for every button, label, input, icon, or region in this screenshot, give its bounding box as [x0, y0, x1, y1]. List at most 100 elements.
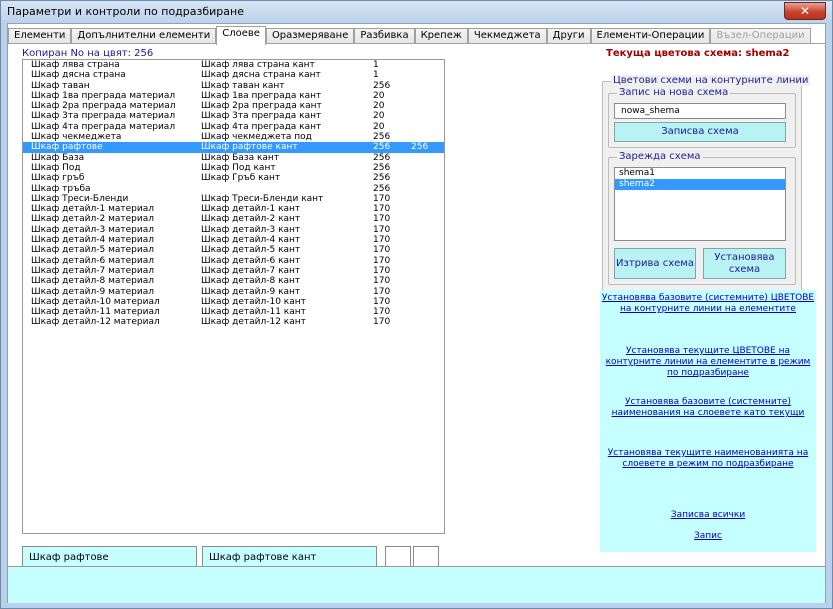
table-row[interactable]: Шкаф гръб Шкаф Гръб кант 256	[23, 173, 444, 183]
table-row[interactable]: Шкаф 1ва преграда материал Шкаф 1ва прегр…	[23, 91, 444, 101]
cell-name: Шкаф детайл-1 материал	[31, 204, 154, 215]
cell-color: 256	[373, 183, 391, 194]
cell-color: 170	[373, 224, 391, 235]
cell-name: Шкаф детайл-10 материал	[31, 296, 160, 307]
save-scheme-button[interactable]: Записва схема	[614, 122, 786, 142]
list-item[interactable]: shema1	[615, 168, 785, 179]
cell-name: Шкаф детайл-5 материал	[31, 245, 154, 256]
table-row[interactable]: Шкаф База Шкаф База кант 256	[23, 153, 444, 163]
scheme-listbox[interactable]: shema1 shema2	[614, 167, 786, 241]
cell-edge: Шкаф детайл-3 кант	[201, 224, 301, 235]
cell-edge: Шкаф детайл-8 кант	[201, 276, 301, 287]
cell-color: 170	[373, 296, 391, 307]
window-title: Параметри и контроли по подразбиране	[7, 5, 244, 18]
tab-strip: Елементи Допълнителни елементи Слоеве Оразм…	[8, 26, 811, 45]
cell-edge: Шкаф 4та преграда кант	[201, 121, 322, 132]
table-row[interactable]: Шкаф детайл-12 материал Шкаф детайл-12 ка…	[23, 317, 444, 327]
table-row[interactable]: Шкаф детайл-8 материал Шкаф детайл-8 кант…	[23, 276, 444, 286]
cell-edge: Шкаф 3та преграда кант	[201, 111, 322, 122]
table-row[interactable]: Шкаф Треси-Бленди Шкаф Треси-Бленди кант 1…	[23, 194, 444, 204]
table-row[interactable]: Шкаф детайл-1 материал Шкаф детайл-1 кант…	[23, 204, 444, 214]
new-scheme-group-title: Запис на нова схема	[617, 87, 731, 98]
delete-scheme-button[interactable]: Изтрива схема	[614, 248, 696, 279]
cell-edge: Шкаф чекмеджета под	[201, 132, 312, 143]
cell-name: Шкаф детайл-6 материал	[31, 255, 154, 266]
new-scheme-input[interactable]: nowa_shema	[614, 103, 786, 119]
cell-color: 170	[373, 245, 391, 256]
cell-name: Шкаф детайл-11 материал	[31, 307, 160, 318]
cell-color: 20	[373, 90, 385, 101]
cell-edge: Шкаф детайл-1 кант	[201, 204, 301, 215]
cell-color: 170	[373, 307, 391, 318]
save-link[interactable]: Запис	[600, 531, 816, 542]
cell-edge: Шкаф 2ра преграда кант	[201, 101, 322, 112]
cell-edge: Шкаф детайл-12 кант	[201, 317, 306, 328]
table-row[interactable]: Шкаф детайл-7 материал Шкаф детайл-7 кант…	[23, 266, 444, 276]
table-row[interactable]: Шкаф детайл-5 материал Шкаф детайл-5 кант…	[23, 245, 444, 255]
cell-color: 170	[373, 317, 391, 328]
cell-name: Шкаф База	[31, 152, 85, 163]
cell-name: Шкаф детайл-8 материал	[31, 276, 154, 287]
base-names-link[interactable]: Установява базовите (системните) наимено…	[600, 397, 816, 419]
color-scheme-group-title: Цветови схеми на контурните линии	[611, 75, 811, 86]
table-row[interactable]: Шкаф детайл-11 материал Шкаф детайл-11 ка…	[23, 307, 444, 317]
cell-color: 256	[373, 162, 391, 173]
cell-edge: Шкаф детайл-9 кант	[201, 286, 301, 297]
cell-edge: Шкаф детайл-4 кант	[201, 235, 301, 246]
cell-edge: Шкаф Под кант	[201, 162, 276, 173]
table-row[interactable]: Шкаф дясна страна Шкаф дясна страна кант 1	[23, 70, 444, 80]
table-row[interactable]: Шкаф 2ра преграда материал Шкаф 2ра прегр…	[23, 101, 444, 111]
table-row[interactable]: Шкаф лява страна Шкаф лява страна кант 1	[23, 60, 444, 70]
cell-name: Шкаф детайл-3 материал	[31, 224, 154, 235]
cell-name: Шкаф детайл-2 материал	[31, 214, 154, 225]
close-button[interactable]: ✕	[784, 2, 826, 20]
cell-color: 256	[373, 142, 391, 153]
status-bar	[8, 566, 825, 603]
table-row[interactable]: Шкаф таван Шкаф таван кант 256	[23, 81, 444, 91]
cell-color: 20	[373, 111, 385, 122]
cell-color: 256	[373, 173, 391, 184]
cell-color: 170	[373, 204, 391, 215]
apply-scheme-button[interactable]: Установява схема	[703, 248, 786, 279]
tab-2[interactable]: Слоеве	[216, 26, 266, 45]
current-scheme-label: Текуща цветова схема: shema2	[606, 48, 790, 59]
links-panel: Установява базовите (системните) ЦВЕТОВЕ…	[600, 290, 816, 552]
cell-name: Шкаф 4та преграда материал	[31, 121, 176, 132]
title-bar[interactable]: Параметри и контроли по подразбиране ✕	[1, 1, 832, 23]
cell-color: 170	[373, 276, 391, 287]
table-row[interactable]: Шкаф 3та преграда материал Шкаф 3та прегр…	[23, 111, 444, 121]
base-colors-link[interactable]: Установява базовите (системните) ЦВЕТОВЕ…	[600, 293, 816, 315]
cell-name: Шкаф таван	[31, 80, 90, 91]
layer-list[interactable]: Шкаф лява страна Шкаф лява страна кант 1 Шк…	[22, 59, 445, 534]
load-scheme-group: Зарежда схема shema1 shema2 Изтрива схема…	[608, 151, 796, 285]
cell-color: 170	[373, 265, 391, 276]
table-row[interactable]: Шкаф детайл-3 материал Шкаф детайл-3 кант…	[23, 225, 444, 235]
current-colors-link[interactable]: Установява текущите ЦВЕТОВЕ на контурнит…	[600, 346, 816, 379]
copied-color-label: Копиран No на цвят: 256	[22, 48, 154, 59]
table-row[interactable]: Шкаф 4та преграда материал Шкаф 4та прегр…	[23, 122, 444, 132]
cell-color: 256	[373, 132, 391, 143]
main-window: Параметри и контроли по подразбиране ✕ Е…	[0, 0, 833, 609]
table-row[interactable]: Шкаф рафтове Шкаф рафтове кант 256 256	[23, 142, 444, 153]
table-row[interactable]: Шкаф чекмеджета Шкаф чекмеджета под 256	[23, 132, 444, 142]
save-all-link[interactable]: Записва всички	[600, 510, 816, 521]
list-item[interactable]: shema2	[615, 179, 785, 190]
load-scheme-group-title: Зарежда схема	[617, 151, 703, 162]
cell-color: 170	[373, 193, 391, 204]
current-names-link[interactable]: Установява текущите наименованията на сл…	[600, 448, 816, 470]
table-row[interactable]: Шкаф детайл-10 материал Шкаф детайл-10 ка…	[23, 297, 444, 307]
cell-color: 170	[373, 235, 391, 246]
cell-color: 20	[373, 101, 385, 112]
table-row[interactable]: Шкаф Под Шкаф Под кант 256	[23, 163, 444, 173]
cell-name: Шкаф лява страна	[31, 60, 120, 70]
cell-name: Шкаф Под	[31, 162, 81, 173]
table-row[interactable]: Шкаф детайл-2 материал Шкаф детайл-2 кант…	[23, 214, 444, 224]
table-row[interactable]: Шкаф детайл-9 материал Шкаф детайл-9 кант…	[23, 287, 444, 297]
table-row[interactable]: Шкаф детайл-6 материал Шкаф детайл-6 кант…	[23, 256, 444, 266]
table-row[interactable]: Шкаф тръба 256	[23, 184, 444, 194]
table-row[interactable]: Шкаф детайл-4 материал Шкаф детайл-4 кант…	[23, 235, 444, 245]
cell-edge: Шкаф детайл-10 кант	[201, 296, 306, 307]
cell-color: 256	[373, 80, 391, 91]
cell-name: Шкаф гръб	[31, 173, 85, 184]
cell-name: Шкаф дясна страна	[31, 70, 126, 81]
